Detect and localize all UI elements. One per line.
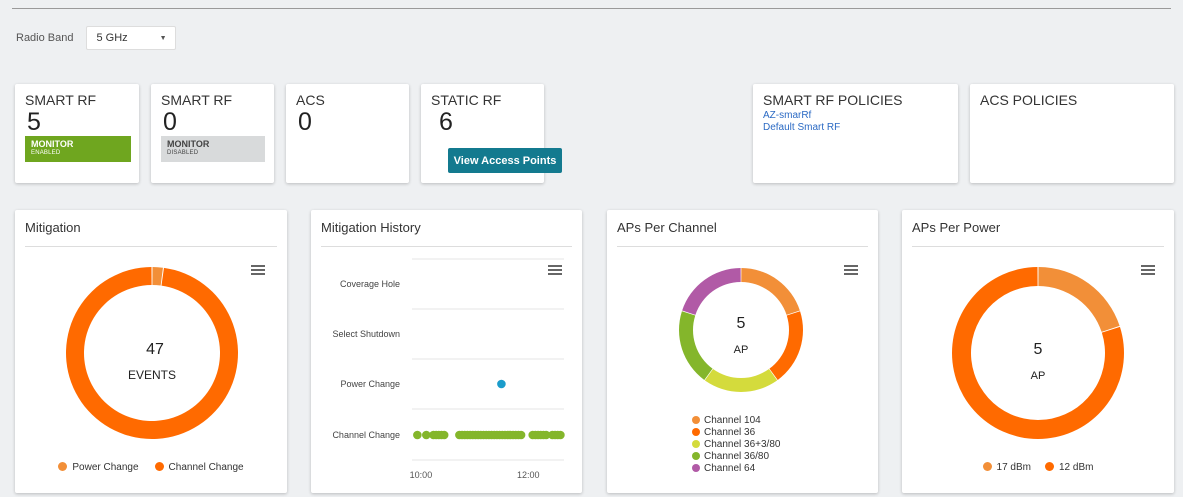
smart-rf-title: SMART RF: [161, 92, 233, 108]
acs-card: ACS 0: [286, 84, 409, 183]
monitor-enabled-badge: MONITOR ENABLED: [25, 136, 131, 162]
smart-rf-policies-card: SMART RF POLICIES AZ-smarRf Default Smar…: [753, 84, 958, 183]
policy-link-az-smarrf[interactable]: AZ-smarRf: [763, 110, 811, 121]
legend-dot: [692, 452, 700, 460]
static-rf-title: STATIC RF: [431, 92, 502, 108]
smart-rf-disabled-count: 0: [163, 108, 177, 136]
legend-dot: [58, 462, 68, 471]
x-tick-label: 12:00: [517, 470, 540, 480]
monitor-disabled-badge: MONITOR DISABLED: [161, 136, 265, 162]
top-divider: [12, 8, 1171, 9]
caret-down-icon: ▼: [159, 34, 167, 42]
mitigation-history-panel: Mitigation History Coverage Hole Select S…: [311, 210, 582, 493]
category-label-channel-change: Channel Change: [332, 430, 400, 440]
slice-power-change[interactable]: [152, 267, 163, 286]
slice-channel-36-3-80[interactable]: [704, 369, 778, 392]
point-channel-change[interactable]: [516, 430, 526, 440]
smart-rf-enabled-card: SMART RF 5 MONITOR ENABLED: [15, 84, 139, 183]
acs-policies-card: ACS POLICIES: [970, 84, 1174, 183]
disabled-label: DISABLED: [167, 150, 199, 156]
monitor-label: MONITOR: [167, 139, 210, 149]
point-channel-change[interactable]: [413, 430, 422, 440]
mitigation-legend: Power Change Channel Change: [15, 462, 287, 473]
center-value: 5: [737, 315, 746, 332]
smart-rf-disabled-card: SMART RF 0 MONITOR DISABLED: [151, 84, 274, 183]
slice-channel-64[interactable]: [682, 268, 741, 315]
acs-title: ACS: [296, 92, 325, 108]
static-rf-card: STATIC RF 6 View Access Points: [421, 84, 562, 183]
legend-label: Channel 104: [704, 415, 761, 426]
slice-channel-104[interactable]: [741, 268, 800, 315]
legend-label: Channel 36/80: [704, 451, 770, 462]
smart-rf-title: SMART RF: [25, 92, 97, 108]
legend-item[interactable]: 12 dBm: [1045, 462, 1093, 473]
legend-label: Channel 36: [704, 427, 756, 438]
category-label-coverage-hole: Coverage Hole: [340, 279, 400, 289]
acs-policies-title: ACS POLICIES: [980, 92, 1078, 108]
view-access-points-button[interactable]: View Access Points: [448, 148, 562, 173]
category-label-select-shutdown: Select Shutdown: [332, 329, 400, 339]
center-label: EVENTS: [128, 368, 176, 382]
legend-item[interactable]: Channel 64: [692, 463, 780, 475]
legend-item[interactable]: Power Change: [58, 462, 139, 473]
category-label-power-change: Power Change: [340, 379, 400, 389]
mitigation-history-chart: Coverage Hole Select Shutdown Power Change…: [332, 258, 565, 480]
legend-label: 17 dBm: [996, 462, 1031, 473]
slice-17-dbm[interactable]: [1038, 267, 1120, 332]
mitigation-donut-chart: 47 EVENTS: [66, 267, 239, 439]
legend-dot: [692, 464, 700, 472]
smart-rf-policies-title: SMART RF POLICIES: [763, 92, 903, 108]
radio-band-value: 5 GHz: [96, 32, 128, 44]
center-label: AP: [734, 344, 749, 356]
legend-item[interactable]: 17 dBm: [982, 462, 1031, 473]
legend-item[interactable]: Channel 104: [692, 415, 780, 427]
smart-rf-enabled-count: 5: [27, 108, 41, 136]
radio-band-row: Radio Band 5 GHz ▼: [16, 26, 176, 50]
legend-label: Channel 64: [704, 463, 756, 474]
enabled-label: ENABLED: [31, 150, 61, 156]
legend-label: 12 dBm: [1059, 462, 1094, 473]
legend-item[interactable]: Channel Change: [154, 462, 244, 473]
legend-dot: [154, 462, 164, 471]
aps-per-power-panel: APs Per Power 5 AP 17 dBm 12 dBm: [902, 210, 1174, 493]
aps-per-channel-legend: Channel 104 Channel 36 Channel 36+3/80 C…: [692, 415, 780, 475]
legend-item[interactable]: Channel 36/80: [692, 451, 780, 463]
legend-label: Power Change: [72, 462, 139, 473]
slice-channel-36[interactable]: [769, 311, 803, 380]
radio-band-select[interactable]: 5 GHz ▼: [85, 26, 176, 50]
center-value: 47: [146, 341, 164, 358]
aps-per-power-donut-chart: 5 AP: [952, 267, 1124, 439]
point-channel-change[interactable]: [556, 430, 565, 440]
legend-item[interactable]: Channel 36: [692, 427, 780, 439]
legend-item[interactable]: Channel 36+3/80: [692, 439, 780, 451]
center-label: AP: [1031, 370, 1046, 382]
aps-per-power-legend: 17 dBm 12 dBm: [902, 462, 1174, 473]
legend-dot: [692, 428, 700, 436]
aps-per-channel-panel: APs Per Channel 5 AP Channel 104 Channel…: [607, 210, 878, 493]
policy-link-default-smart-rf[interactable]: Default Smart RF: [763, 122, 840, 133]
radio-band-label: Radio Band: [16, 32, 74, 44]
center-value: 5: [1034, 341, 1043, 358]
legend-dot: [692, 440, 700, 448]
static-rf-count: 6: [439, 108, 453, 136]
slice-channel-36-80[interactable]: [679, 311, 713, 380]
monitor-label: MONITOR: [31, 139, 74, 149]
mitigation-panel: Mitigation 47 EVENTS Power Change Channe…: [15, 210, 287, 493]
point-power-change[interactable]: [497, 379, 506, 389]
legend-label: Channel 36+3/80: [704, 439, 781, 450]
legend-dot: [982, 462, 992, 471]
x-tick-label: 10:00: [410, 470, 433, 480]
acs-count: 0: [298, 108, 312, 136]
legend-label: Channel Change: [168, 462, 244, 473]
legend-dot: [1045, 462, 1054, 471]
legend-dot: [692, 416, 700, 424]
point-channel-change[interactable]: [439, 430, 449, 440]
